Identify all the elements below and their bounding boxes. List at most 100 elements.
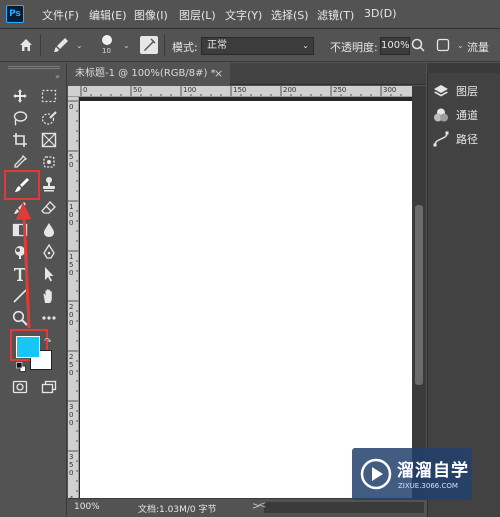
watermark: 溜溜自学 ZIXUE.3066.COM <box>352 448 472 500</box>
history-brush-tool-icon[interactable] <box>9 198 31 218</box>
panel-dock-header[interactable] <box>427 63 500 73</box>
ruler-label: 0 <box>69 161 74 169</box>
default-colors-icon[interactable] <box>16 362 26 375</box>
horizontal-ruler: 0 50 100 150 200 250 300 <box>68 86 412 97</box>
menu-file[interactable]: 文件(F) <box>42 7 79 23</box>
ruler-label: 150 <box>233 86 247 94</box>
scroll-left-arrow[interactable]: < <box>258 500 266 511</box>
clone-stamp-tool-icon[interactable] <box>38 174 60 194</box>
document-tab-bar: 未标题-1 @ 100%(RGB/8#) * × <box>68 63 426 85</box>
collapse-toolbar-icon[interactable]: » <box>55 72 60 81</box>
ruler-label: 3 <box>69 403 74 411</box>
panel-item-layers[interactable]: 图层 <box>432 80 496 102</box>
ruler-label: 5 <box>69 461 74 469</box>
menu-layer[interactable]: 图层(L) <box>179 7 216 23</box>
ruler-label: 5 <box>69 361 74 369</box>
menu-select[interactable]: 选择(S) <box>271 7 309 23</box>
brush-size-label: 10 <box>102 47 111 55</box>
dodge-tool-icon[interactable] <box>9 242 31 262</box>
ruler-label: 1 <box>69 253 74 261</box>
menu-3d[interactable]: 3D(D) <box>364 7 397 20</box>
ruler-label: 0 <box>69 219 74 227</box>
ruler-label: 300 <box>383 86 397 94</box>
zoom-level[interactable]: 100% <box>74 502 100 512</box>
ruler-label: 2 <box>69 303 74 311</box>
opacity-input[interactable]: 100% <box>380 37 410 55</box>
flow-label: 流量 <box>467 41 489 54</box>
spot-healing-tool-icon[interactable] <box>38 152 60 172</box>
home-icon[interactable] <box>18 37 34 56</box>
swap-colors-icon[interactable]: ↷ <box>44 337 52 347</box>
watermark-title: 溜溜自学 <box>397 461 469 481</box>
document-info: 文档:1.03M/0 字节 <box>138 505 217 515</box>
brush-settings-icon[interactable] <box>140 36 158 54</box>
eraser-tool-icon[interactable] <box>38 198 60 218</box>
chevron-down-icon: ⌄ <box>302 41 309 50</box>
options-divider <box>40 34 41 56</box>
frame-tool-icon[interactable] <box>38 130 60 150</box>
panel-item-label: 通道 <box>456 109 478 122</box>
ruler-label: 200 <box>283 86 297 94</box>
opacity-label: 不透明度: <box>330 41 378 54</box>
lasso-tool-icon[interactable] <box>9 108 31 128</box>
quick-mask-icon[interactable] <box>9 377 31 397</box>
menu-bar: Ps 文件(F) 编辑(E) 图像(I) 图层(L) 文字(Y) 选择(S) 滤… <box>0 0 500 29</box>
status-bar: 100% 文档:1.03M/0 字节 > <box>68 498 426 517</box>
chevron-down-icon[interactable]: ⌄ <box>457 41 464 50</box>
more-tools-icon[interactable] <box>38 308 60 328</box>
ruler-label: 0 <box>69 103 74 111</box>
crop-tool-icon[interactable] <box>9 130 31 150</box>
hand-tool-icon[interactable] <box>38 286 60 306</box>
watermark-logo-icon <box>360 458 392 490</box>
vertical-ruler: 0 5 0 1 0 0 1 5 0 2 0 0 2 5 0 3 0 0 3 5 … <box>68 97 79 498</box>
brush-size-chevron-icon[interactable]: ⌄ <box>123 41 130 50</box>
menu-image[interactable]: 图像(I) <box>134 7 168 23</box>
brush-tip-icon[interactable] <box>102 35 112 45</box>
move-tool-icon[interactable] <box>9 86 31 106</box>
paths-icon <box>432 130 450 148</box>
quick-selection-tool-icon[interactable] <box>38 108 60 128</box>
panel-item-label: 路径 <box>456 133 478 146</box>
horizontal-scrollbar[interactable] <box>264 502 424 513</box>
document-tab[interactable]: 未标题-1 @ 100%(RGB/8#) * <box>68 63 230 85</box>
watermark-url: ZIXUE.3066.COM <box>398 482 458 490</box>
brush-preset-icon[interactable] <box>53 37 71 56</box>
menu-edit[interactable]: 编辑(E) <box>89 7 127 23</box>
pen-tool-icon[interactable] <box>38 242 60 262</box>
channels-icon <box>432 106 450 124</box>
ruler-label: 0 <box>69 411 74 419</box>
opacity-scrubby-icon[interactable] <box>411 38 425 55</box>
ruler-label: 0 <box>69 469 74 477</box>
photoshop-logo[interactable]: Ps <box>6 5 24 23</box>
ruler-label: 0 <box>69 369 74 377</box>
zoom-tool-icon[interactable] <box>9 308 31 328</box>
ruler-label: 2 <box>69 353 74 361</box>
foreground-color-swatch[interactable] <box>16 336 40 358</box>
ruler-label: 100 <box>183 86 197 94</box>
ruler-label: 50 <box>133 86 142 94</box>
vertical-scrollbar-thumb[interactable] <box>415 205 423 385</box>
marquee-tool-icon[interactable] <box>38 86 60 106</box>
blend-mode-select[interactable]: 正常 ⌄ <box>201 37 314 55</box>
document-canvas[interactable] <box>80 101 412 498</box>
path-selection-tool-icon[interactable] <box>38 264 60 284</box>
toolbar-grip[interactable] <box>8 66 60 69</box>
brush-preset-chevron-icon[interactable]: ⌄ <box>76 41 83 50</box>
pressure-opacity-icon[interactable] <box>436 38 450 55</box>
panel-item-paths[interactable]: 路径 <box>432 128 496 150</box>
panel-item-channels[interactable]: 通道 <box>432 104 496 126</box>
close-icon[interactable]: × <box>214 63 223 85</box>
ruler-label: 250 <box>333 86 347 94</box>
menu-filter[interactable]: 滤镜(T) <box>317 7 354 23</box>
ruler-label: 5 <box>69 261 74 269</box>
screen-mode-icon[interactable] <box>38 377 60 397</box>
options-divider <box>164 34 165 56</box>
ruler-label: 0 <box>69 311 74 319</box>
type-tool-icon[interactable] <box>9 264 31 284</box>
menu-type[interactable]: 文字(Y) <box>225 7 262 23</box>
line-tool-icon[interactable] <box>9 286 31 306</box>
eyedropper-tool-icon[interactable] <box>9 152 31 172</box>
blur-tool-icon[interactable] <box>38 220 60 240</box>
mode-label: 模式: <box>172 41 198 54</box>
gradient-tool-icon[interactable] <box>9 220 31 240</box>
